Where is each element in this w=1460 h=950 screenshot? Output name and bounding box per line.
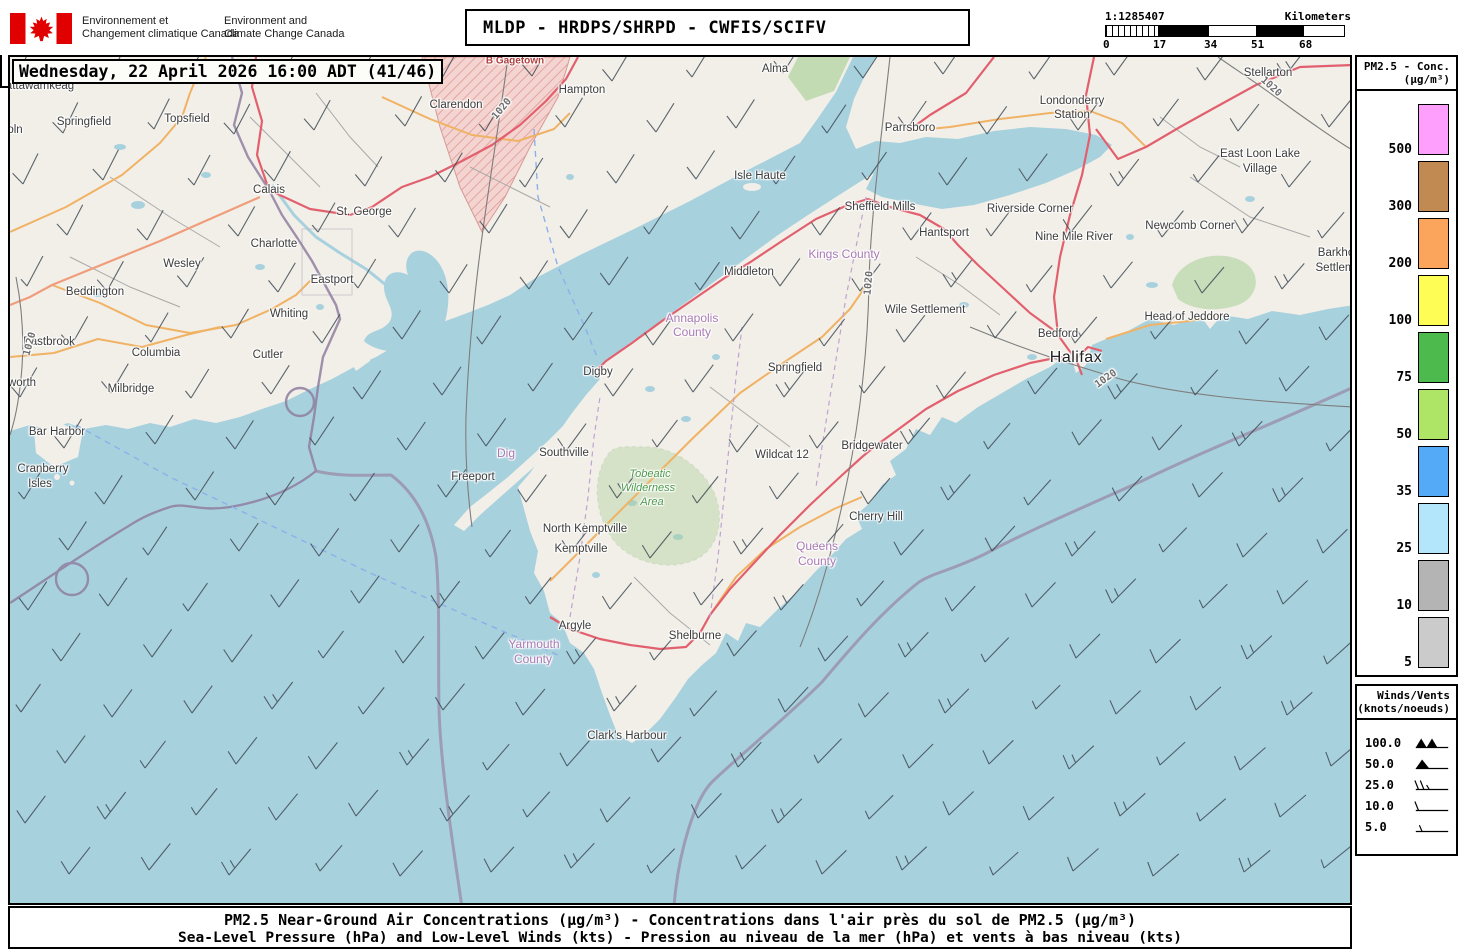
- pm25-color-swatch: [1418, 503, 1449, 554]
- wind-legend-row: 10.0: [1357, 795, 1456, 816]
- scale-bar-graphic: [1105, 25, 1345, 37]
- pm25-color-swatch: [1418, 332, 1449, 383]
- winds-legend-panel: Winds/Vents (knots/noeuds) 100.0 50.0 25.0…: [1355, 684, 1458, 856]
- pm25-color-swatch: [1418, 617, 1449, 668]
- pm25-legend-row: 300: [1357, 161, 1456, 214]
- scale-ratio: 1:1285407: [1105, 10, 1165, 23]
- pm25-color-swatch: [1418, 446, 1449, 497]
- logo-wordmark-fr: Environnement et Changement climatique C…: [82, 15, 240, 40]
- pm25-level-value: 100: [1388, 313, 1412, 328]
- wind-barb-5.0-icon: [1414, 820, 1450, 834]
- map-caption: PM2.5 Near-Ground Air Concentrations (µg…: [8, 906, 1352, 949]
- scale-tick-label: 34: [1204, 38, 1218, 51]
- map-scale-bar: 1:1285407 Kilometers 0 17 34 51 68: [1103, 10, 1351, 54]
- cranberry-isle-2: [69, 480, 75, 486]
- pm25-legend-row: 35: [1357, 446, 1456, 499]
- pm25-legend-row: 25: [1357, 503, 1456, 556]
- caption-line-1: PM2.5 Near-Ground Air Concentrations (µg…: [223, 911, 1137, 929]
- page: Environnement et Changement climatique C…: [0, 0, 1460, 950]
- scale-tick-label: 51: [1251, 38, 1265, 51]
- canada-flag-icon: [10, 13, 72, 44]
- pm25-color-swatch: [1418, 104, 1449, 155]
- pm25-level-value: 200: [1388, 256, 1412, 271]
- pm25-legend-row: 100: [1357, 275, 1456, 328]
- pm25-level-value: 10: [1396, 598, 1412, 613]
- pm25-level-value: 500: [1388, 142, 1412, 157]
- pm25-level-value: 300: [1388, 199, 1412, 214]
- pm25-level-value: 75: [1396, 370, 1412, 385]
- pm25-legend-row: 200: [1357, 218, 1456, 271]
- map-graphic: [10, 57, 1350, 903]
- pm25-color-swatch: [1418, 161, 1449, 212]
- pm25-legend-title: PM2.5 - Conc. (µg/m³): [1363, 60, 1450, 86]
- winds-legend-title: Winds/Vents (knots/noeuds): [1357, 689, 1450, 715]
- divider: [1357, 718, 1456, 720]
- wind-barb-10.0-icon: [1414, 799, 1450, 813]
- pm25-level-value: 50: [1396, 427, 1412, 442]
- map-canvas: attawamkeag Springfield Topsfield oln Calais…: [8, 55, 1352, 905]
- scale-tick-label: 17: [1153, 38, 1167, 51]
- scale-unit: Kilometers: [1284, 10, 1351, 23]
- pm25-legend-row: 50: [1357, 389, 1456, 442]
- caption-line-2: Sea-Level Pressure (hPa) and Low-Level W…: [178, 930, 1182, 946]
- scale-bar-ticks: 0 17 34 51 68: [1103, 38, 1351, 52]
- winds-legend-rows: 100.0 50.0 25.0 10.0 5.0: [1357, 732, 1456, 837]
- pm25-color-swatch: [1418, 218, 1449, 269]
- isle-haute-island: [743, 183, 761, 191]
- scale-tick-label: 0: [1103, 38, 1110, 51]
- wind-barb-100.0-icon: [1414, 736, 1450, 750]
- pm25-legend-rows: 500 300 200 100 75 50 35 25 10 5: [1357, 104, 1456, 670]
- divider: [1357, 89, 1456, 91]
- wind-legend-row: 100.0: [1357, 732, 1456, 753]
- wind-barb-50.0-icon: [1414, 757, 1450, 771]
- pm25-color-swatch: [1418, 389, 1449, 440]
- pm25-legend-row: 75: [1357, 332, 1456, 385]
- cranberry-isle-1: [54, 474, 60, 480]
- wind-legend-row: 5.0: [1357, 816, 1456, 837]
- top-header: Environnement et Changement climatique C…: [0, 0, 1460, 55]
- pm25-color-swatch: [1418, 275, 1449, 326]
- pm25-level-value: 25: [1396, 541, 1412, 556]
- pm25-level-value: 5: [1404, 655, 1412, 670]
- wind-legend-row: 25.0: [1357, 774, 1456, 795]
- scale-tick-label: 68: [1299, 38, 1313, 51]
- pm25-level-value: 35: [1396, 484, 1412, 499]
- wind-barb-25.0-icon: [1414, 778, 1450, 792]
- pm25-legend-panel: PM2.5 - Conc. (µg/m³) 500 300 200 100 75 50 35…: [1355, 55, 1458, 677]
- pm25-legend-row: 10: [1357, 560, 1456, 613]
- pm25-legend-row: 500: [1357, 104, 1456, 157]
- logo-wordmark-en: Environment and Climate Change Canada: [224, 15, 345, 40]
- wind-legend-row: 50.0: [1357, 753, 1456, 774]
- pm25-color-swatch: [1418, 560, 1449, 611]
- product-title: MLDP - HRDPS/SHRPD - CWFIS/SCIFV: [465, 9, 970, 46]
- date-banner: Wednesday, 22 April 2026 16:00 ADT (41/4…: [12, 59, 444, 84]
- pm25-legend-row: 5: [1357, 617, 1456, 670]
